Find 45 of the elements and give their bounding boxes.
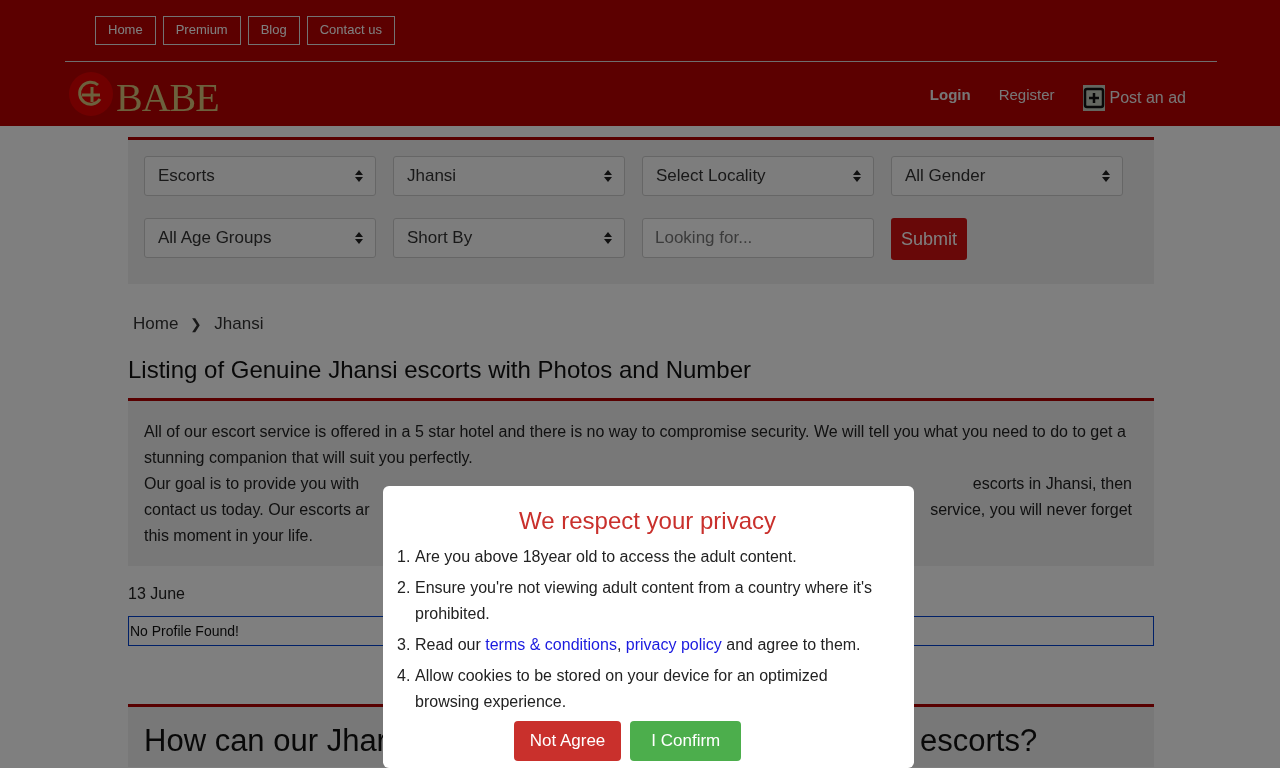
sort-caret-icon bbox=[604, 170, 612, 182]
search-field[interactable]: Looking for... bbox=[642, 218, 874, 258]
sort-caret-icon bbox=[355, 232, 363, 244]
register-link[interactable]: Register bbox=[998, 85, 1055, 103]
list-number: 1. bbox=[397, 547, 412, 567]
select-field[interactable]: All Age Groups bbox=[144, 218, 376, 258]
nav-link[interactable]: Blog bbox=[247, 16, 300, 45]
dialog-title: We respect your privacy bbox=[518, 506, 777, 536]
plus-box-icon bbox=[1082, 85, 1105, 111]
nav-link[interactable]: Premium bbox=[162, 16, 241, 45]
logo-wordmark[interactable]: BABE bbox=[116, 73, 219, 121]
sort-caret-icon bbox=[1102, 170, 1110, 182]
list-number: 2. bbox=[397, 578, 412, 598]
select-field[interactable]: All Gender bbox=[891, 156, 1123, 196]
sort-caret-icon bbox=[604, 232, 612, 244]
login-link[interactable]: Login bbox=[929, 85, 971, 103]
select-field[interactable]: Select Locality bbox=[642, 156, 874, 196]
select-field[interactable]: Jhansi bbox=[393, 156, 625, 196]
intro-paragraph: Our goal is to provide you with bbox=[144, 474, 360, 494]
intro-paragraph: service, you will never forget bbox=[930, 500, 1132, 520]
select-field[interactable]: Short By bbox=[393, 218, 625, 258]
section-heading: How can our Jhar bbox=[144, 723, 387, 759]
post-ad-link[interactable]: Post an ad bbox=[1082, 85, 1186, 111]
nav-link[interactable]: Contact us bbox=[306, 16, 395, 45]
list-number: 4. bbox=[397, 666, 412, 686]
date-label: 13 June bbox=[128, 585, 185, 603]
intro-paragraph: All of our escort service is offered in a 5 star hotel and there is no way to compromise security. We will tell you what you need to do to get a stunning companion that will suit you perfectly. bbox=[144, 422, 1127, 468]
submit-button[interactable]: Submit bbox=[891, 218, 968, 260]
logo-emblem-icon bbox=[68, 71, 114, 117]
page-title: Listing of Genuine Jhansi escorts with Photos and Number bbox=[128, 355, 752, 385]
intro-paragraph: this moment in your life. bbox=[144, 526, 313, 546]
select-field[interactable]: Escorts bbox=[144, 156, 376, 196]
nav-link[interactable]: Home bbox=[95, 16, 156, 45]
not-agree-button[interactable]: Not Agree bbox=[513, 721, 622, 761]
consent-item: Allow cookies to be stored on your device for an optimized browsing experience. bbox=[415, 666, 829, 712]
intro-paragraph: contact us today. Our escorts ar bbox=[144, 500, 370, 520]
consent-item: Are you above 18year old to access the adult content. bbox=[415, 547, 797, 567]
breadcrumb-separator: ❯ bbox=[190, 316, 203, 332]
intro-paragraph: escorts in Jhansi, then bbox=[972, 474, 1132, 494]
breadcrumb-link[interactable]: Home bbox=[133, 314, 179, 334]
sort-caret-icon bbox=[853, 170, 861, 182]
breadcrumb-link[interactable]: Jhansi bbox=[214, 314, 264, 334]
section-heading: escorts? bbox=[920, 723, 1038, 759]
sort-caret-icon bbox=[355, 170, 363, 182]
confirm-button[interactable]: I Confirm bbox=[630, 721, 742, 761]
